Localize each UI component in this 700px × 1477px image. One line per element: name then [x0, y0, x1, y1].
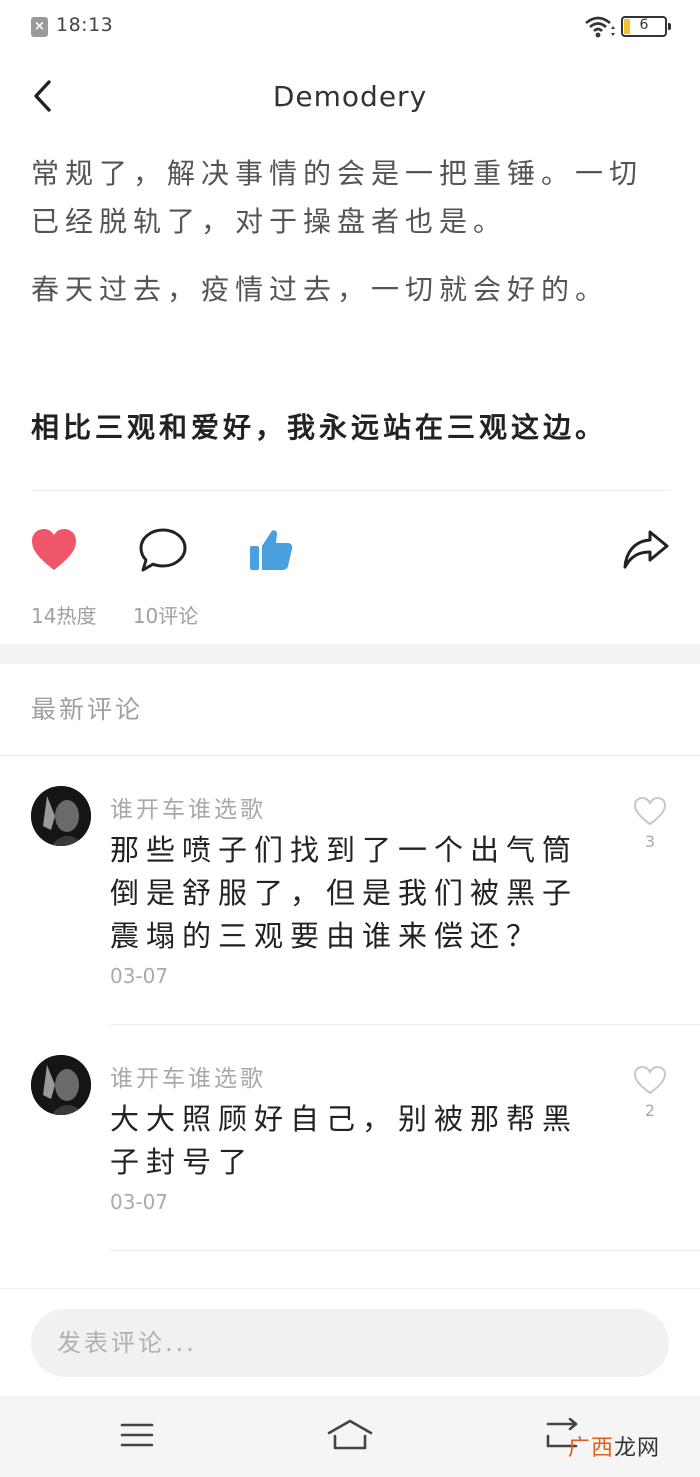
close-box-icon: × [31, 17, 48, 37]
heart-icon [32, 529, 76, 570]
comment-text: 那些喷子们找到了一个出气筒倒是舒服了，但是我们被黑子震塌的三观要由谁来偿还？ [110, 833, 579, 953]
comment-like-button[interactable]: 3 [630, 796, 670, 851]
article-paragraph: 春天过去，疫情过去，一切就会好的。 [31, 273, 610, 306]
like-button[interactable] [26, 522, 82, 578]
battery-level: 6 [639, 17, 649, 33]
share-button[interactable] [618, 522, 674, 578]
status-time: 18:13 [56, 14, 114, 36]
comment-count: 10评论 [132, 604, 199, 628]
user-avatar-icon [31, 1055, 91, 1115]
comment-like-count: 2 [644, 1101, 656, 1120]
thumbs-up-button[interactable] [243, 522, 299, 578]
divider [110, 1250, 700, 1251]
menu-icon [120, 1423, 154, 1447]
page-title: Demodery [272, 80, 428, 113]
comment-username[interactable]: 谁开车谁选歌 [110, 790, 266, 824]
wifi-icon [585, 16, 615, 38]
stats-row: 14热度 10评论 [31, 600, 228, 629]
comment-like-count: 3 [644, 832, 656, 851]
avatar[interactable] [31, 786, 91, 846]
menu-button[interactable] [107, 1410, 167, 1460]
article-bold-line: 相比三观和爱好，我永远站在三观这边。 [31, 411, 608, 444]
comment-date: 03-07 [110, 964, 169, 988]
title-bar: Demodery [0, 60, 700, 136]
avatar[interactable] [31, 1055, 91, 1115]
comment-input[interactable] [31, 1309, 669, 1377]
share-arrow-icon [623, 530, 669, 569]
heart-outline-icon [633, 1065, 667, 1095]
home-button[interactable] [320, 1410, 380, 1460]
comment-button[interactable] [135, 522, 191, 578]
comment-input-bar [0, 1288, 700, 1396]
action-bar [0, 510, 700, 590]
battery-icon: 6 [621, 16, 671, 37]
divider [0, 755, 700, 756]
section-separator [0, 644, 700, 664]
home-icon [327, 1419, 373, 1450]
divider [110, 1024, 700, 1025]
comment-bubble-icon [139, 528, 187, 572]
watermark: 广西龙网 [568, 1430, 660, 1462]
article-paragraph: 常规了，解决事情的会是一把重锤。一切已经脱轨了，对于操盘者也是。 [31, 157, 644, 238]
comment-text: 大大照顾好自己，别被那帮黑子封号了 [110, 1102, 579, 1179]
thumbs-up-icon [250, 530, 293, 570]
watermark-part1: 广西 [568, 1436, 615, 1461]
status-bar: × 18:13 6 [0, 0, 700, 52]
divider [31, 490, 669, 491]
watermark-part2: 龙网 [614, 1436, 661, 1461]
user-avatar-icon [31, 786, 91, 846]
article-body: 常规了，解决事情的会是一把重锤。一切已经脱轨了，对于操盘者也是。 春天过去，疫情… [31, 150, 671, 314]
heart-outline-icon [633, 796, 667, 826]
comment-like-button[interactable]: 2 [630, 1065, 670, 1120]
heat-count: 14热度 [31, 604, 97, 628]
comment-username[interactable]: 谁开车谁选歌 [110, 1059, 266, 1093]
comment-date: 03-07 [110, 1190, 169, 1214]
latest-comments-title: 最新评论 [31, 695, 144, 724]
